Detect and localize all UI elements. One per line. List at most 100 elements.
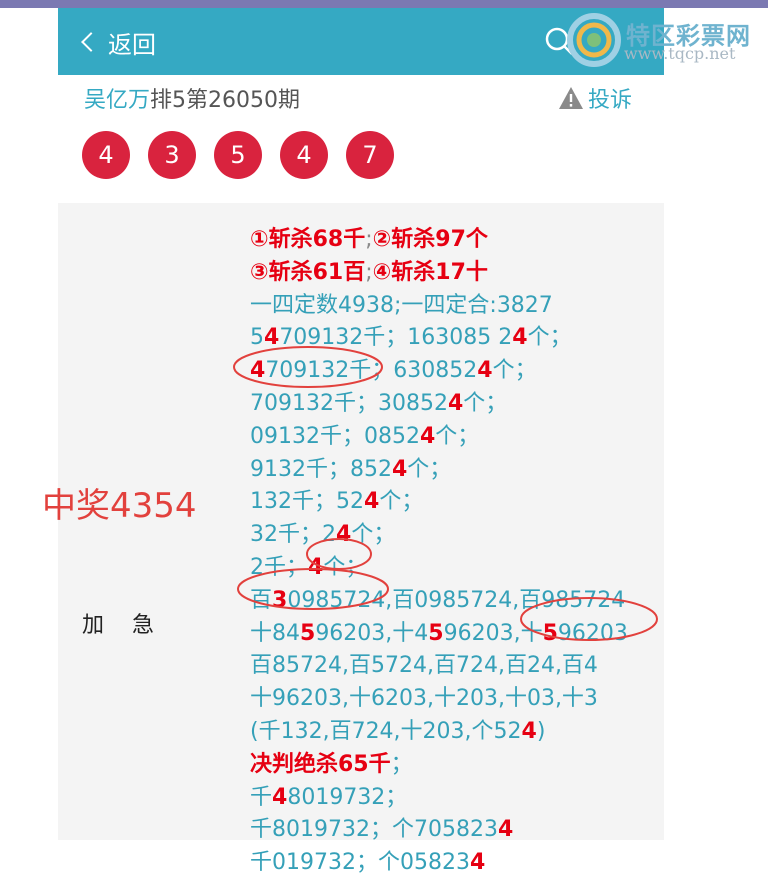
urgent-label: 加急 (82, 613, 183, 638)
prediction-segment: 百85724,百5724,百724,百24,百4 (250, 653, 598, 679)
prediction-segment: 个； (527, 325, 572, 351)
back-label: 返回 (108, 30, 156, 59)
prediction-segment: ②斩杀97个 (372, 227, 488, 252)
prediction-segment: 4 (469, 850, 486, 876)
prediction-line: 54709132千；163085 24个； (250, 322, 650, 355)
prediction-segment: 709132千；630852 (265, 358, 478, 384)
prediction-segment: 千019732；个05823 (250, 850, 470, 876)
prediction-segment: 十96203,十6203,十203,十03,十3 (250, 686, 598, 712)
result-ball: 7 (346, 131, 394, 179)
result-ball: 5 (214, 131, 262, 179)
prediction-segment: 4 (308, 554, 324, 580)
prediction-segment: 4 (419, 423, 436, 449)
result-ball: 3 (148, 131, 196, 179)
prediction-line: 32千；24个； (250, 519, 650, 552)
page-title: 吴亿万排5第26050期 (84, 82, 300, 114)
prediction-segment: 96203,十 (443, 620, 543, 646)
prediction-line: 千8019732；个7058234 (250, 814, 650, 847)
prediction-segment: ④斩杀17十 (372, 259, 488, 285)
author-link[interactable]: 吴亿万 (84, 88, 150, 113)
prediction-segment: 5 (428, 620, 444, 646)
prediction-segment: 4 (521, 718, 537, 744)
prediction-segment: 4 (336, 522, 352, 548)
prediction-segment: 4 (272, 784, 288, 810)
logo-url: www.tqcp.net (624, 44, 736, 63)
prediction-line: ①斩杀68千;②斩杀97个 (250, 224, 650, 257)
prediction-segment: 4 (497, 817, 514, 843)
result-ball: 4 (280, 131, 328, 179)
prediction-segment: ) (536, 718, 546, 744)
chevron-left-icon (81, 32, 101, 52)
prediction-segment: 个； (492, 358, 537, 384)
prediction-line: 决判绝杀65千； (250, 749, 650, 782)
prediction-line: 千48019732； (250, 782, 650, 815)
prediction-segment: 4 (477, 358, 493, 384)
prediction-segment: 个； (407, 456, 452, 482)
prediction-segment: 个； (323, 554, 368, 580)
prediction-segment: 个； (351, 522, 396, 548)
prediction-segment: 709132千；30852 (250, 390, 448, 416)
prediction-segment: 4 (250, 358, 266, 384)
result-ball: 4 (82, 131, 130, 179)
prediction-segment: ; (365, 227, 373, 252)
prediction-segment: 9132千；852 (250, 456, 392, 482)
prediction-line: 709132千；308524个； (250, 388, 650, 421)
prediction-line: 4709132千；6308524个； (250, 355, 650, 388)
prediction-segment: 2千； (250, 554, 308, 580)
prediction-segment: ①斩杀68千 (250, 227, 366, 252)
prize-annotation: 中奖4354 (42, 486, 197, 526)
prediction-segment: 4 (264, 325, 280, 351)
top-strip (0, 0, 768, 8)
logo-swirl-icon (567, 13, 621, 67)
prediction-segment: 十84 (250, 620, 300, 646)
prediction-segment: (千132,百724,十203,个52 (250, 718, 522, 744)
site-logo: 特区彩票网 www.tqcp.net (566, 10, 766, 70)
prediction-segment: 96203,十4 (315, 620, 429, 646)
prediction-line: 2千；4个； (250, 552, 650, 585)
prediction-line: 十84596203,十4596203,十596203 (250, 618, 650, 651)
prediction-segment: 个； (379, 489, 424, 515)
prediction-segment: 个； (435, 423, 480, 449)
warning-icon (559, 87, 583, 109)
issue-label: 排5第26050期 (150, 88, 300, 113)
prediction-segment: 8019732； (287, 784, 408, 810)
prediction-segment: 个； (463, 390, 508, 416)
prediction-line: 十96203,十6203,十203,十03,十3 (250, 683, 650, 716)
prediction-segment: ; (365, 259, 373, 285)
result-balls: 4 3 5 4 7 (82, 131, 412, 179)
prediction-line: 09132千；08524个； (250, 421, 650, 454)
prediction-line: 百85724,百5724,百724,百24,百4 (250, 650, 650, 683)
complaint-button[interactable]: 投诉 (558, 82, 632, 114)
prediction-segment: 32千；2 (250, 522, 336, 548)
prediction-segment: 一四定数4938;一四定合:3827 (250, 292, 553, 318)
prediction-segment: 4 (512, 325, 528, 351)
back-button[interactable]: 返回 (81, 24, 156, 60)
prediction-line: ③斩杀61百;④斩杀17十 (250, 257, 650, 290)
prediction-segment: 4 (364, 489, 380, 515)
prediction-segment: 96203 (557, 620, 628, 646)
prediction-segment: 0985724,百0985724,百985724 (287, 587, 626, 613)
prediction-text: ①斩杀68千;②斩杀97个 ③斩杀61百;④斩杀17十 一四定数4938;一四定合:… (250, 224, 650, 880)
prediction-line: 9132千；8524个； (250, 454, 650, 487)
prediction-line: 百30985724,百0985724,百985724 (250, 585, 650, 618)
prediction-line: 一四定数4938;一四定合:3827 (250, 290, 650, 323)
prediction-segment: 决判绝杀65千 (250, 751, 391, 777)
prediction-line: 132千；524个； (250, 486, 650, 519)
prediction-line: (千132,百724,十203,个524) (250, 716, 650, 749)
prediction-segment: ； (390, 751, 413, 777)
prediction-segment: 5 (542, 620, 558, 646)
prediction-segment: 5 (300, 620, 316, 646)
prediction-segment: 百 (250, 587, 273, 613)
prediction-segment: 709132千；163085 2 (279, 325, 513, 351)
prediction-segment: 09132千；0852 (250, 423, 420, 449)
prediction-segment: 千8019732；个705823 (250, 817, 498, 843)
prediction-segment: 132千；52 (250, 489, 364, 515)
prediction-segment: 4 (391, 456, 408, 482)
prediction-segment: ③斩杀61百 (250, 259, 366, 285)
prediction-segment: 千 (250, 784, 273, 810)
prediction-segment: 3 (272, 587, 288, 613)
prediction-line: 千019732；个058234 (250, 847, 650, 880)
prediction-segment: 5 (250, 325, 264, 351)
prediction-segment: 4 (447, 390, 464, 416)
complaint-label: 投诉 (588, 88, 633, 113)
